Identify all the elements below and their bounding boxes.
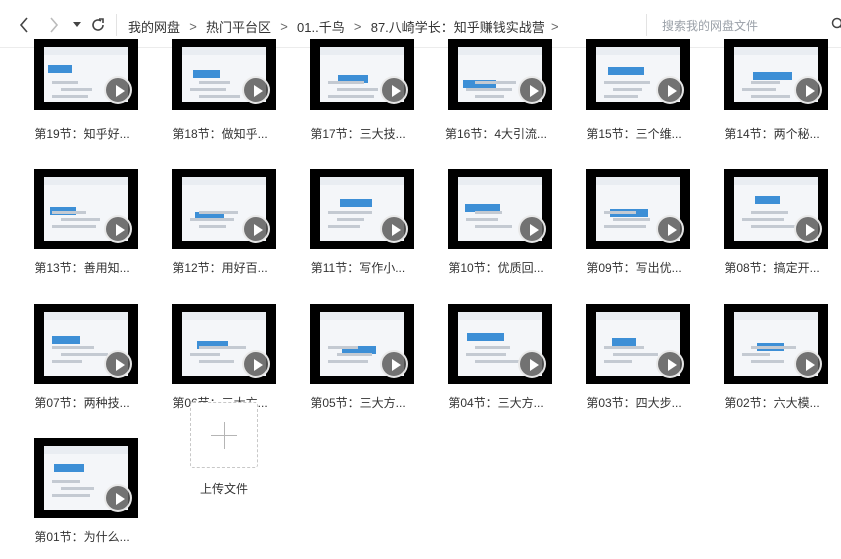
file-name[interactable]: 第16节：4大引流... (434, 125, 558, 142)
video-thumbnail[interactable] (448, 39, 552, 110)
video-thumbnail[interactable] (724, 169, 828, 249)
file-name[interactable]: 第13节：善用知... (20, 259, 144, 276)
file-name[interactable]: 第04节：三大方... (434, 394, 558, 411)
breadcrumb-separator: > (353, 18, 362, 34)
play-icon[interactable] (518, 76, 546, 104)
video-thumbnail[interactable] (724, 39, 828, 110)
file-name[interactable]: 第11节：写作小... (296, 259, 420, 276)
file-name[interactable]: 第08节：搞定开... (710, 259, 834, 276)
play-icon[interactable] (242, 350, 270, 378)
file-name[interactable]: 第19节：知乎好... (20, 125, 144, 142)
video-thumbnail[interactable] (586, 304, 690, 384)
video-thumbnail[interactable] (34, 304, 138, 384)
video-thumbnail[interactable] (172, 169, 276, 249)
play-icon[interactable] (380, 215, 408, 243)
video-thumbnail[interactable] (172, 304, 276, 384)
video-thumbnail[interactable] (34, 438, 138, 518)
file-name[interactable]: 第14节：两个秘... (710, 125, 834, 142)
breadcrumb-item-qianniao[interactable]: 01..千鸟 (297, 17, 345, 36)
video-thumbnail[interactable] (448, 304, 552, 384)
file-name[interactable]: 第09节：写出优... (572, 259, 696, 276)
play-icon[interactable] (794, 215, 822, 243)
file-name[interactable]: 第05节：三大方... (296, 394, 420, 411)
file-name[interactable]: 第18节：做知乎... (158, 125, 282, 142)
refresh-icon[interactable] (88, 14, 108, 36)
file-name[interactable]: 第12节：用好百... (158, 259, 282, 276)
play-icon[interactable] (104, 350, 132, 378)
video-thumbnail[interactable] (310, 304, 414, 384)
play-icon[interactable] (242, 76, 270, 104)
breadcrumb-separator: > (551, 18, 559, 34)
breadcrumb: 我的网盘 > 热门平台区 > 01..千鸟 > 87.八崎学长：知乎赚钱实战营 … (128, 16, 565, 36)
play-icon[interactable] (104, 484, 132, 512)
play-icon[interactable] (518, 350, 546, 378)
video-thumbnail[interactable] (448, 169, 552, 249)
play-icon[interactable] (656, 350, 684, 378)
file-name[interactable]: 第07节：两种技... (20, 394, 144, 411)
search-icon[interactable] (831, 17, 841, 31)
play-icon[interactable] (104, 76, 132, 104)
play-icon[interactable] (656, 215, 684, 243)
video-thumbnail[interactable] (724, 304, 828, 384)
file-name[interactable]: 第03节：四大步... (572, 394, 696, 411)
chevron-right-icon[interactable] (44, 14, 64, 36)
breadcrumb-item-current-folder[interactable]: 87.八崎学长：知乎赚钱实战营 (371, 17, 545, 36)
file-name[interactable]: 第01节：为什么... (20, 528, 144, 545)
chevron-left-icon[interactable] (14, 14, 34, 36)
plus-icon (224, 422, 225, 449)
play-icon[interactable] (242, 215, 270, 243)
breadcrumb-separator: > (189, 18, 197, 34)
upload-button[interactable] (190, 402, 258, 468)
play-icon[interactable] (380, 350, 408, 378)
file-name[interactable]: 第10节：优质回... (434, 259, 558, 276)
search-input[interactable] (662, 16, 832, 36)
play-icon[interactable] (794, 350, 822, 378)
play-icon[interactable] (794, 76, 822, 104)
breadcrumb-separator: > (280, 18, 288, 34)
upload-label: 上传文件 (199, 482, 248, 496)
video-thumbnail[interactable] (586, 39, 690, 110)
play-icon[interactable] (518, 215, 546, 243)
play-icon[interactable] (380, 76, 408, 104)
video-thumbnail[interactable] (586, 169, 690, 249)
search-divider (646, 14, 647, 36)
play-icon[interactable] (104, 215, 132, 243)
video-thumbnail[interactable] (310, 169, 414, 249)
file-grid: 第19节：知乎好... 第18节：做知乎... 第17节：三大技... 第16节：4大… (0, 39, 841, 559)
file-name[interactable]: 第15节：三个维... (572, 125, 696, 142)
video-thumbnail[interactable] (310, 39, 414, 110)
play-icon[interactable] (656, 76, 684, 104)
toolbar-divider (116, 14, 117, 36)
video-thumbnail[interactable] (34, 169, 138, 249)
file-name[interactable]: 第17节：三大技... (296, 125, 420, 142)
breadcrumb-item-hot-platforms[interactable]: 热门平台区 (206, 17, 271, 36)
video-thumbnail[interactable] (34, 39, 138, 110)
file-name[interactable]: 第02节：六大模... (710, 394, 834, 411)
breadcrumb-item-my-drive[interactable]: 我的网盘 (128, 17, 180, 36)
caret-down-icon[interactable] (70, 14, 84, 36)
video-thumbnail[interactable] (172, 39, 276, 110)
